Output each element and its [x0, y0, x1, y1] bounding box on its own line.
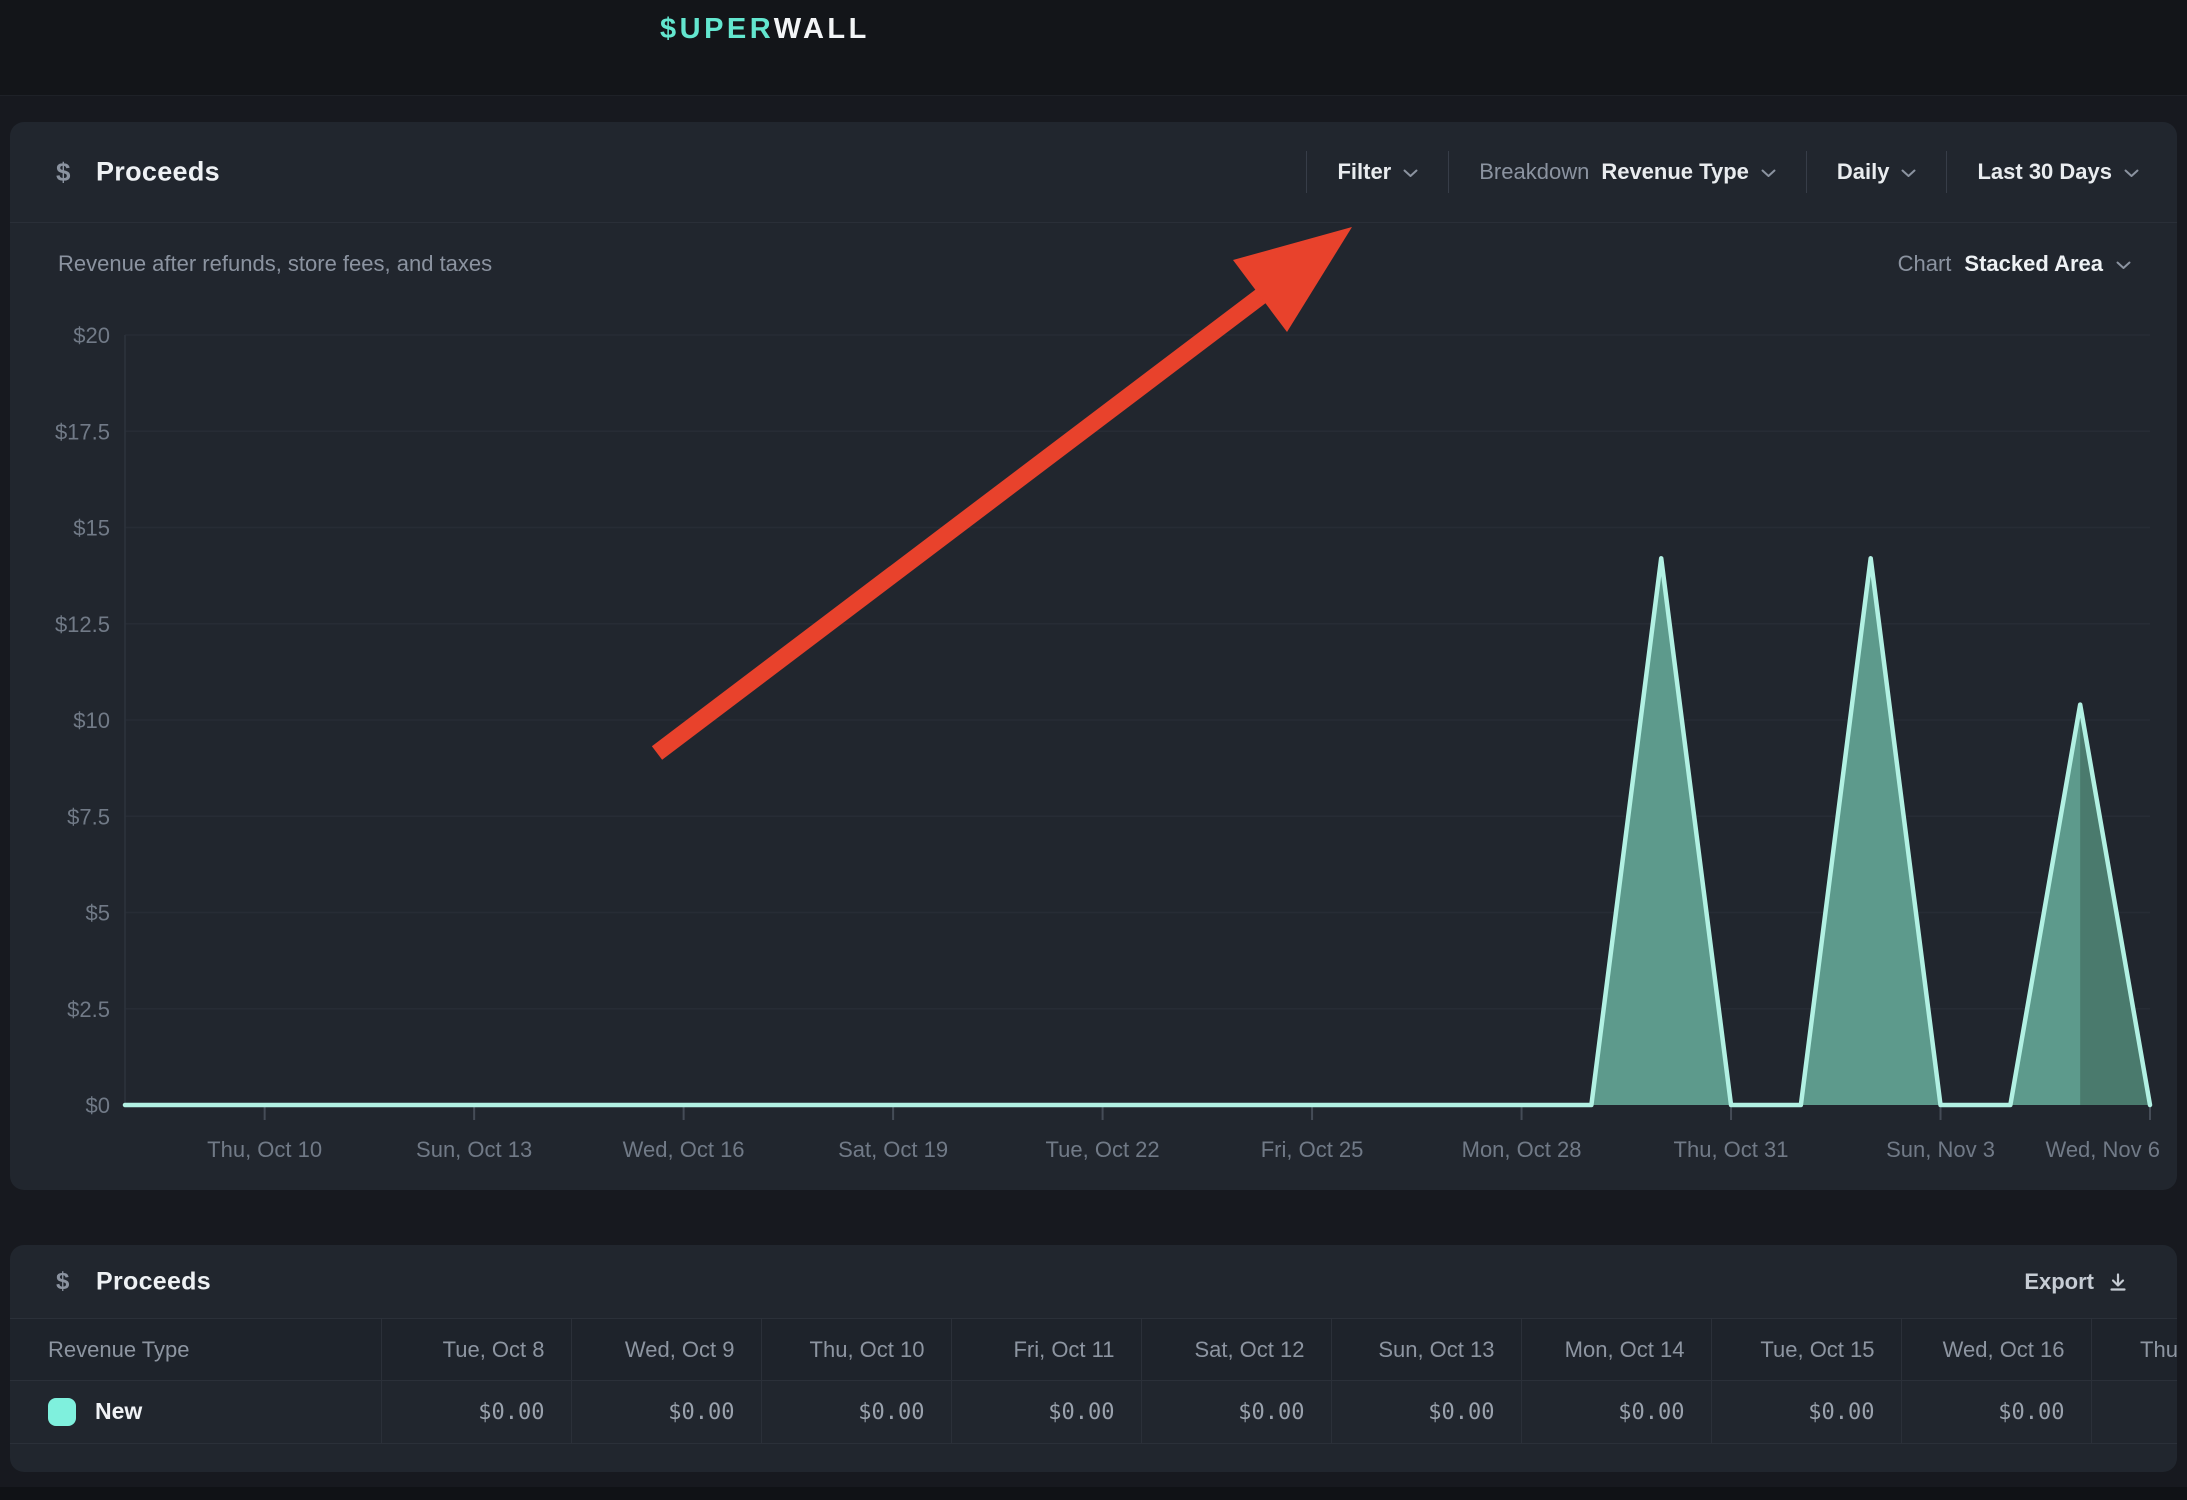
- chevron-down-icon: [2116, 261, 2131, 270]
- value-cell: $0.00: [1141, 1381, 1331, 1444]
- proceeds-table-panel: $ Proceeds Export Revenue TypeTue, Oct 8…: [10, 1245, 2177, 1472]
- chart-panel-title: Proceeds: [96, 157, 220, 188]
- series-label: New: [95, 1398, 142, 1424]
- column-header-date: Thu, Oct 10: [761, 1319, 951, 1381]
- value-cell: $0.00: [571, 1381, 761, 1444]
- column-header-date: Sat, Oct 12: [1141, 1319, 1331, 1381]
- table-row: New$0.00$0.00$0.00$0.00$0.00$0.00$0.00$0…: [10, 1381, 2177, 1444]
- x-axis-tick-label: Wed, Oct 16: [623, 1137, 745, 1162]
- chevron-down-icon: [1901, 169, 1916, 178]
- chevron-down-icon: [1761, 169, 1776, 178]
- x-axis-tick-label: Thu, Oct 10: [207, 1137, 322, 1162]
- breakdown-label: Breakdown: [1479, 159, 1589, 185]
- column-header-date: Tue, Oct 15: [1711, 1319, 1901, 1381]
- chart-type-value: Stacked Area: [1964, 251, 2103, 277]
- y-axis-tick-label: $20: [73, 325, 110, 348]
- proceeds-chart-panel: $ Proceeds Filter Breakdown Revenue Type…: [10, 122, 2177, 1190]
- y-axis-tick-label: $5: [86, 901, 110, 926]
- value-cell: $0.00: [761, 1381, 951, 1444]
- chart-controls: Filter Breakdown Revenue Type Daily Last…: [1306, 122, 2139, 222]
- logo-dollar-part: $UPER: [660, 13, 774, 45]
- value-cell: $0.00: [1331, 1381, 1521, 1444]
- superwall-dashboard: $UPERWALL $ Proceeds Filter Breakdown Re…: [0, 0, 2187, 1500]
- chart-subheader: Revenue after refunds, store fees, and t…: [10, 223, 2177, 305]
- value-cell: $0.00: [1711, 1381, 1901, 1444]
- breakdown-value: Revenue Type: [1601, 159, 1749, 185]
- table-panel-header: $ Proceeds Export: [10, 1245, 2177, 1318]
- export-label: Export: [2024, 1269, 2094, 1295]
- topbar: $UPERWALL: [0, 0, 2187, 96]
- y-axis-tick-label: $10: [73, 708, 110, 733]
- y-axis-tick-label: $7.5: [67, 804, 110, 829]
- value-cell: $0.00: [1901, 1381, 2091, 1444]
- column-header-date: Sun, Oct 13: [1331, 1319, 1521, 1381]
- column-header-date: Thu, Oct 17: [2091, 1319, 2177, 1381]
- stacked-area-chart[interactable]: $0 $2.5 $5 $7.5 $10 $12.5 $15 $17.5 $20 Thu, Oct …: [30, 325, 2165, 1175]
- column-header-revenue-type: Revenue Type: [10, 1319, 381, 1381]
- y-axis-tick-label: $2.5: [67, 997, 110, 1022]
- download-icon: [2107, 1271, 2129, 1293]
- x-axis-tick-label: Sun, Nov 3: [1886, 1137, 1995, 1162]
- x-axis-tick-label: Wed, Nov 6: [2045, 1137, 2160, 1162]
- table-panel-title: Proceeds: [96, 1267, 211, 1296]
- interval-dropdown[interactable]: Daily: [1807, 122, 1947, 222]
- filter-label: Filter: [1337, 159, 1391, 185]
- y-axis-tick-label: $12.5: [55, 612, 110, 637]
- chart-subtitle: Revenue after refunds, store fees, and t…: [58, 251, 492, 277]
- value-cell: $0.00: [951, 1381, 1141, 1444]
- column-header-date: Tue, Oct 8: [381, 1319, 571, 1381]
- value-cell: $0.00: [1521, 1381, 1711, 1444]
- value-cell: $0.00: [381, 1381, 571, 1444]
- column-header-date: Mon, Oct 14: [1521, 1319, 1711, 1381]
- dollar-icon: $: [56, 159, 70, 185]
- revenue-table: Revenue TypeTue, Oct 8Wed, Oct 9Thu, Oct…: [10, 1318, 2177, 1444]
- x-axis-tick-label: Tue, Oct 22: [1046, 1137, 1160, 1162]
- series-swatch-icon: [48, 1398, 76, 1426]
- interval-value: Daily: [1837, 159, 1890, 185]
- next-panel-edge: [0, 1487, 2187, 1500]
- y-axis-tick-label: $0: [86, 1093, 110, 1118]
- chart-panel-header: $ Proceeds Filter Breakdown Revenue Type…: [10, 122, 2177, 223]
- date-range-dropdown[interactable]: Last 30 Days: [1947, 122, 2139, 222]
- column-header-date: Wed, Oct 16: [1901, 1319, 2091, 1381]
- chevron-down-icon: [1403, 169, 1418, 178]
- x-axis-tick-label: Mon, Oct 28: [1462, 1137, 1582, 1162]
- breakdown-dropdown[interactable]: Breakdown Revenue Type: [1449, 122, 1806, 222]
- table-header-row: Revenue TypeTue, Oct 8Wed, Oct 9Thu, Oct…: [10, 1319, 2177, 1381]
- chart-type-label: Chart: [1898, 251, 1952, 277]
- logo-wall-part: WALL: [774, 13, 870, 45]
- column-header-date: Wed, Oct 9: [571, 1319, 761, 1381]
- x-axis-tick-label: Sun, Oct 13: [416, 1137, 532, 1162]
- y-axis-tick-label: $15: [73, 516, 110, 541]
- x-axis-tick-label: Thu, Oct 31: [1674, 1137, 1789, 1162]
- filter-dropdown[interactable]: Filter: [1307, 122, 1448, 222]
- superwall-logo[interactable]: $UPERWALL: [660, 13, 870, 46]
- chart-type-dropdown[interactable]: Chart Stacked Area: [1892, 250, 2137, 278]
- value-cell: $0.00: [2091, 1381, 2177, 1444]
- export-button[interactable]: Export: [2018, 1268, 2135, 1296]
- x-axis-tick-label: Sat, Oct 19: [838, 1137, 948, 1162]
- revenue-type-cell: New: [10, 1381, 381, 1444]
- dollar-icon: $: [56, 1270, 69, 1294]
- y-axis-tick-label: $17.5: [55, 419, 110, 444]
- revenue-table-wrap: Revenue TypeTue, Oct 8Wed, Oct 9Thu, Oct…: [10, 1318, 2177, 1472]
- x-axis-tick-label: Fri, Oct 25: [1261, 1137, 1364, 1162]
- column-header-date: Fri, Oct 11: [951, 1319, 1141, 1381]
- chevron-down-icon: [2124, 169, 2139, 178]
- date-range-value: Last 30 Days: [1977, 159, 2112, 185]
